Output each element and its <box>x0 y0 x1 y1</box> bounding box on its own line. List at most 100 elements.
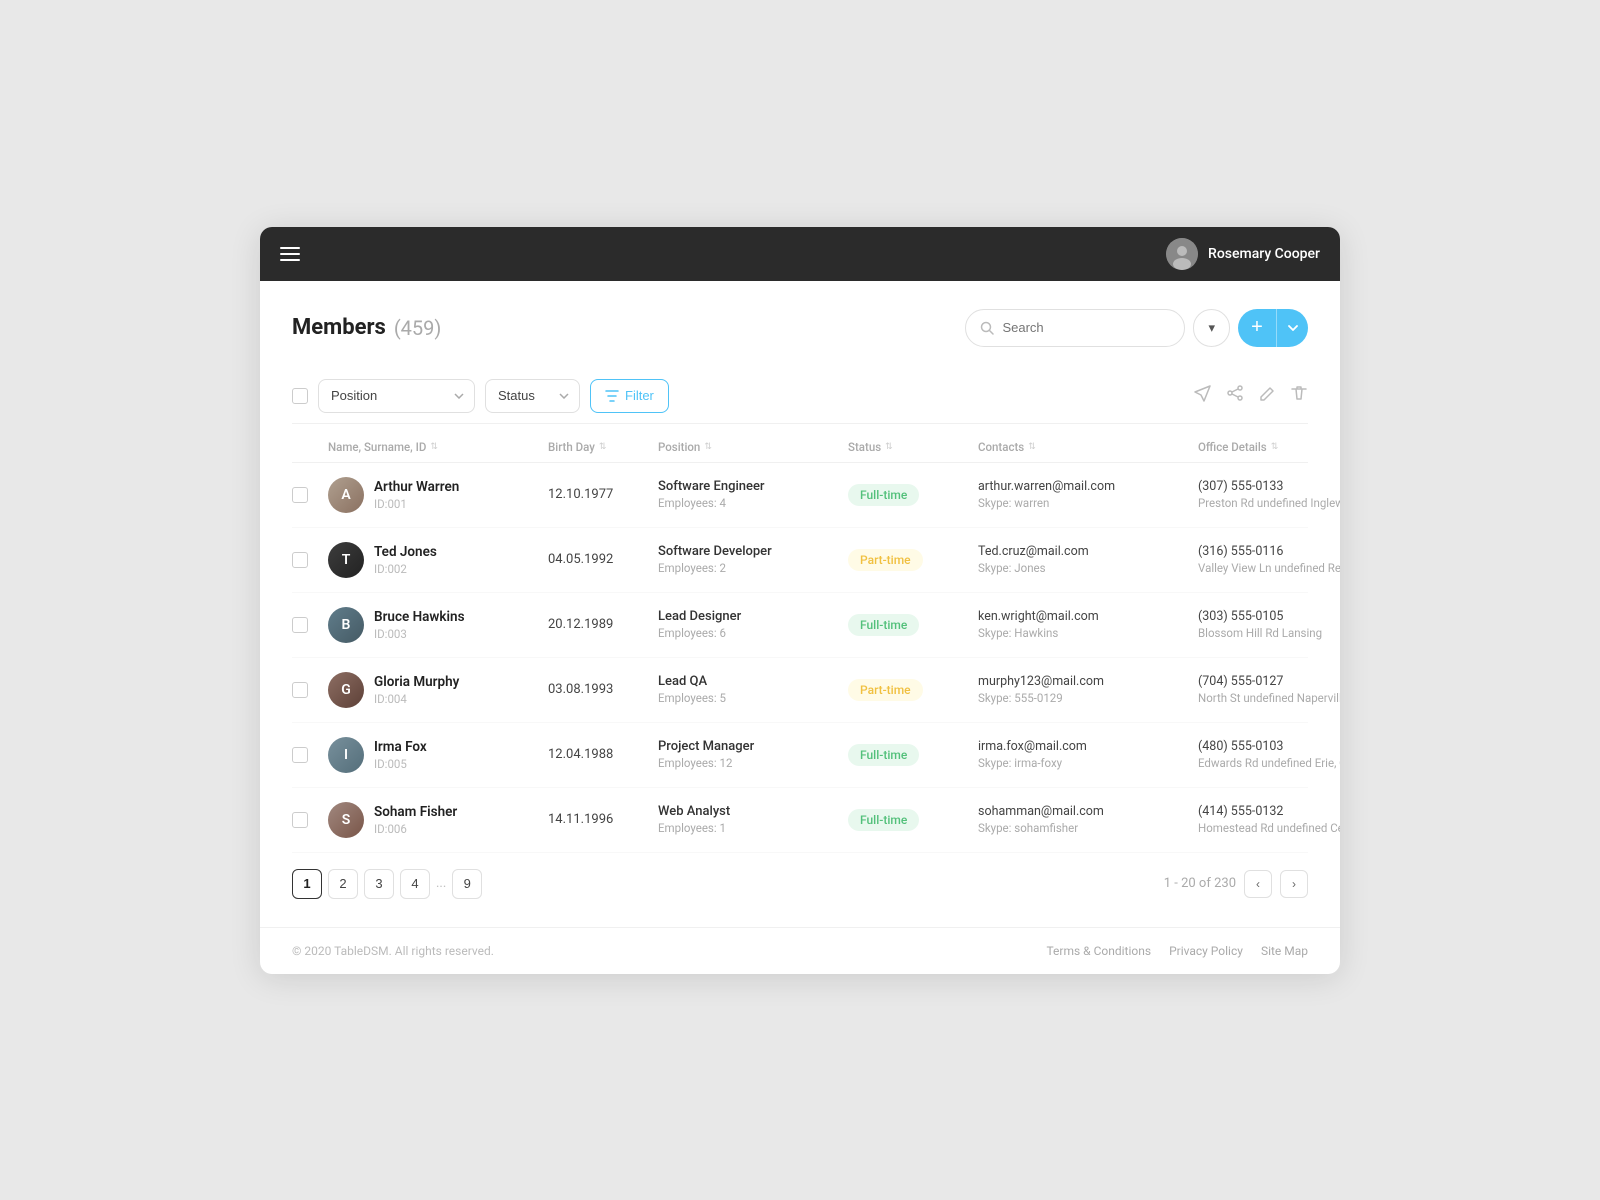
member-name: Arthur Warren <box>374 479 459 495</box>
chevron-down-icon <box>1288 325 1298 331</box>
cell-contacts: murphy123@mail.com Skype: 555-0129 <box>978 674 1198 705</box>
member-id: ID:006 <box>374 822 457 836</box>
position-employees: Employees: 5 <box>658 691 848 705</box>
cell-status: Part-time <box>848 679 978 701</box>
search-input[interactable] <box>1002 320 1170 335</box>
row-checkbox[interactable] <box>292 812 308 828</box>
page-btn-9[interactable]: 9 <box>452 869 482 899</box>
name-info: Gloria Murphy ID:004 <box>374 674 459 706</box>
cell-contacts: sohamman@mail.com Skype: sohamfisher <box>978 804 1198 835</box>
table-row: G Gloria Murphy ID:004 03.08.1993 Lead Q… <box>292 658 1308 723</box>
pagination-ellipsis: ... <box>436 876 446 891</box>
prev-page-button[interactable]: ‹ <box>1244 870 1272 898</box>
hamburger-icon[interactable] <box>280 247 300 261</box>
add-button[interactable]: + <box>1238 309 1276 347</box>
app-container: Rosemary Cooper Members (459) ▾ <box>260 227 1340 974</box>
avatar: S <box>328 802 364 838</box>
sort-icon-position[interactable]: ⇅ <box>704 442 712 452</box>
sort-icon-contacts[interactable]: ⇅ <box>1028 442 1036 452</box>
th-check <box>292 440 328 454</box>
member-id: ID:005 <box>374 757 427 771</box>
office-address: Homestead Rd undefined Cedar <box>1198 821 1340 835</box>
row-checkbox[interactable] <box>292 682 308 698</box>
th-position: Position ⇅ <box>658 440 848 454</box>
row-checkbox-cell <box>292 617 328 633</box>
th-contacts-label: Contacts <box>978 440 1024 454</box>
header-actions: ▾ + <box>965 309 1308 347</box>
cell-status: Full-time <box>848 614 978 636</box>
member-name: Soham Fisher <box>374 804 457 820</box>
page-range-text: 1 - 20 of 230 <box>1164 876 1236 891</box>
office-phone: (480) 555-0103 <box>1198 739 1340 754</box>
footer-link-privacy[interactable]: Privacy Policy <box>1169 944 1243 958</box>
member-name: Bruce Hawkins <box>374 609 465 625</box>
member-name: Gloria Murphy <box>374 674 459 690</box>
page-btn-2[interactable]: 2 <box>328 869 358 899</box>
cell-position: Lead Designer Employees: 6 <box>658 609 848 640</box>
member-id: ID:001 <box>374 497 459 511</box>
office-address: North St undefined Naperville, <box>1198 691 1340 705</box>
avatar: T <box>328 542 364 578</box>
row-checkbox[interactable] <box>292 487 308 503</box>
send-icon[interactable] <box>1194 384 1212 407</box>
add-dropdown-button[interactable] <box>1276 309 1308 347</box>
th-name: Name, Surname, ID ⇅ <box>328 440 548 454</box>
page-btn-4[interactable]: 4 <box>400 869 430 899</box>
cell-position: Software Developer Employees: 2 <box>658 544 848 575</box>
cell-name: I Irma Fox ID:005 <box>328 737 548 773</box>
share-icon[interactable] <box>1226 384 1244 407</box>
footer-link-terms[interactable]: Terms & Conditions <box>1046 944 1151 958</box>
page-btn-3[interactable]: 3 <box>364 869 394 899</box>
table-row: I Irma Fox ID:005 12.04.1988 Project Man… <box>292 723 1308 788</box>
footer-links: Terms & Conditions Privacy Policy Site M… <box>1046 944 1308 958</box>
footer-link-sitemap[interactable]: Site Map <box>1261 944 1308 958</box>
search-dropdown-btn[interactable]: ▾ <box>1193 309 1230 347</box>
table-row: T Ted Jones ID:002 04.05.1992 Software D… <box>292 528 1308 593</box>
position-title: Lead Designer <box>658 609 848 624</box>
edit-icon[interactable] <box>1258 384 1276 407</box>
th-name-label: Name, Surname, ID <box>328 440 426 454</box>
cell-office: (307) 555-0133 Preston Rd undefined Ingl… <box>1198 479 1340 510</box>
cell-name: S Soham Fisher ID:006 <box>328 802 548 838</box>
th-position-label: Position <box>658 440 700 454</box>
office-address: Valley View Ln undefined Red Oak <box>1198 561 1340 575</box>
table-body: A Arthur Warren ID:001 12.10.1977 Softwa… <box>292 463 1308 853</box>
cell-contacts: arthur.warren@mail.com Skype: warren <box>978 479 1198 510</box>
cell-position: Project Manager Employees: 12 <box>658 739 848 770</box>
page-btn-1[interactable]: 1 <box>292 869 322 899</box>
sort-icon-office[interactable]: ⇅ <box>1271 442 1279 452</box>
cell-status: Full-time <box>848 744 978 766</box>
status-badge: Part-time <box>848 549 923 571</box>
status-select[interactable]: Status Full-time Part-time <box>485 379 580 413</box>
table-row: A Arthur Warren ID:001 12.10.1977 Softwa… <box>292 463 1308 528</box>
sort-icon-name[interactable]: ⇅ <box>430 442 438 452</box>
name-info: Irma Fox ID:005 <box>374 739 427 771</box>
filter-right <box>1194 384 1308 407</box>
row-checkbox[interactable] <box>292 747 308 763</box>
next-page-button[interactable]: › <box>1280 870 1308 898</box>
th-status-label: Status <box>848 440 881 454</box>
row-checkbox[interactable] <box>292 552 308 568</box>
office-address: Edwards Rd undefined Erie, Oklahoma <box>1198 756 1340 770</box>
filter-button[interactable]: Filter <box>590 379 669 413</box>
search-icon <box>980 321 994 335</box>
select-all-checkbox[interactable] <box>292 388 308 404</box>
sort-icon-birthday[interactable]: ⇅ <box>599 442 607 452</box>
row-checkbox[interactable] <box>292 617 308 633</box>
contact-skype: Skype: irma-foxy <box>978 756 1198 770</box>
search-box <box>965 309 1185 347</box>
position-select[interactable]: Position Software Engineer Software Deve… <box>318 379 475 413</box>
footer-copyright: © 2020 TableDSM. All rights reserved. <box>292 944 494 958</box>
office-address: Preston Rd undefined Inglewood <box>1198 496 1340 510</box>
main-content: Members (459) ▾ + <box>260 281 1340 927</box>
delete-icon[interactable] <box>1290 384 1308 407</box>
position-title: Lead QA <box>658 674 848 689</box>
cell-status: Full-time <box>848 809 978 831</box>
th-birthday: Birth Day ⇅ <box>548 440 658 454</box>
status-badge: Full-time <box>848 614 919 636</box>
member-id: ID:002 <box>374 562 437 576</box>
position-title: Software Engineer <box>658 479 848 494</box>
cell-position: Software Engineer Employees: 4 <box>658 479 848 510</box>
cell-status: Full-time <box>848 484 978 506</box>
sort-icon-status[interactable]: ⇅ <box>885 442 893 452</box>
